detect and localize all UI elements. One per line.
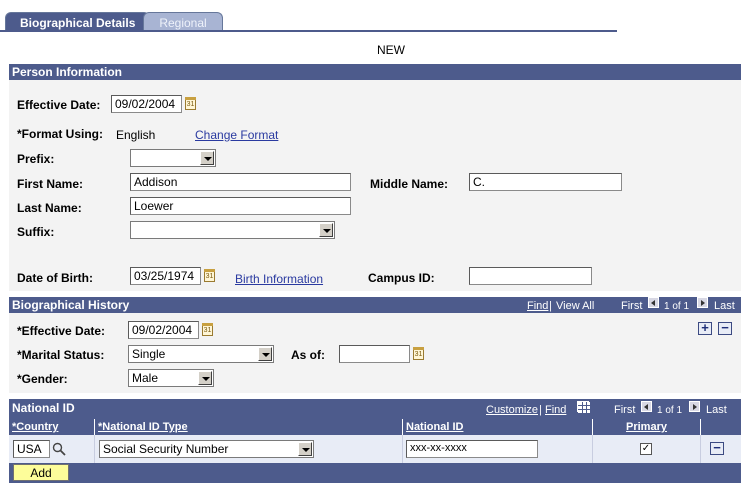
first-name-label: First Name:: [17, 177, 84, 191]
calendar-icon[interactable]: 31: [185, 97, 196, 110]
middle-name-label: Middle Name:: [370, 177, 449, 191]
previous-arrow-icon[interactable]: [641, 401, 652, 412]
format-using-label: *Format Using:: [17, 127, 104, 141]
bio-find-link[interactable]: Find: [527, 300, 548, 312]
customize-link[interactable]: Customize: [486, 404, 538, 416]
grid-download-icon[interactable]: [577, 401, 590, 413]
effective-date-input[interactable]: 09/02/2004: [111, 95, 182, 113]
effective-date-label: Effective Date:: [17, 98, 101, 112]
format-using-value: English: [116, 128, 156, 142]
prefix-label: Prefix:: [17, 152, 55, 166]
national-id-title: National ID: [12, 401, 75, 415]
previous-arrow-icon[interactable]: [648, 297, 659, 308]
status-text: NEW: [377, 43, 405, 57]
chevron-down-icon: [319, 223, 333, 237]
gender-value: Male: [132, 371, 159, 385]
nid-range: 1 of 1: [657, 405, 683, 416]
next-arrow-icon[interactable]: [689, 401, 700, 412]
column-header-national-id-type[interactable]: *National ID Type: [95, 419, 403, 435]
bio-effective-date-input[interactable]: 09/02/2004: [128, 321, 199, 339]
add-row-button[interactable]: +: [698, 321, 712, 335]
nid-find-link[interactable]: Find: [545, 404, 566, 416]
first-name-input[interactable]: Addison: [130, 173, 351, 191]
primary-checkbox[interactable]: ✓: [640, 443, 652, 455]
bio-range: 1 of 1: [664, 301, 690, 312]
change-format-link[interactable]: Change Format: [195, 128, 278, 142]
bio-effective-date-label: *Effective Date:: [17, 324, 106, 338]
nid-first[interactable]: First: [614, 404, 635, 416]
bio-history-title: Biographical History: [12, 298, 130, 312]
suffix-select[interactable]: [130, 221, 335, 239]
tab-underline: [0, 30, 617, 32]
chevron-down-icon: [258, 347, 272, 361]
tab-biographical-details[interactable]: Biographical Details: [5, 12, 151, 31]
column-header-country[interactable]: *Country: [9, 419, 95, 435]
gender-select[interactable]: Male: [128, 369, 214, 387]
bio-first[interactable]: First: [621, 300, 642, 312]
marital-status-select[interactable]: Single: [128, 345, 274, 363]
add-button[interactable]: Add: [13, 464, 69, 481]
middle-name-input[interactable]: C.: [469, 173, 622, 191]
birth-information-link[interactable]: Birth Information: [235, 272, 323, 286]
dob-input[interactable]: 03/25/1974: [130, 267, 201, 285]
marital-status-label: *Marital Status:: [17, 348, 105, 362]
column-header-primary[interactable]: Primary: [593, 419, 701, 435]
national-id-input[interactable]: xxx-xx-xxxx: [406, 440, 538, 458]
as-of-label: As of:: [291, 348, 325, 362]
campus-id-input[interactable]: [469, 267, 592, 285]
suffix-label: Suffix:: [17, 225, 55, 239]
nid-separator: |: [539, 404, 542, 416]
national-id-type-select[interactable]: Social Security Number: [99, 440, 314, 458]
nid-last[interactable]: Last: [706, 404, 727, 416]
chevron-down-icon: [298, 442, 312, 456]
as-of-input[interactable]: [339, 345, 410, 363]
last-name-input[interactable]: Loewer: [130, 197, 351, 215]
chevron-down-icon: [200, 151, 214, 165]
next-arrow-icon[interactable]: [697, 297, 708, 308]
bio-last[interactable]: Last: [714, 300, 735, 312]
campus-id-label: Campus ID:: [368, 271, 435, 285]
calendar-icon[interactable]: 31: [202, 323, 213, 336]
country-input[interactable]: USA: [13, 440, 50, 458]
bio-separator: |: [549, 300, 552, 312]
calendar-icon[interactable]: 31: [413, 347, 424, 360]
chevron-down-icon: [198, 371, 212, 385]
gender-label: *Gender:: [17, 372, 68, 386]
search-icon[interactable]: [52, 442, 66, 459]
column-header-national-id[interactable]: National ID: [403, 419, 593, 435]
grid-footer: [9, 463, 741, 483]
prefix-select[interactable]: [130, 149, 216, 167]
delete-row-button[interactable]: −: [710, 441, 724, 455]
last-name-label: Last Name:: [17, 201, 82, 215]
section-header-person-info: Person Information: [9, 64, 741, 80]
tab-regional[interactable]: Regional: [143, 12, 223, 31]
national-id-type-value: Social Security Number: [103, 442, 229, 456]
delete-row-button[interactable]: −: [718, 321, 732, 335]
marital-status-value: Single: [132, 347, 166, 361]
dob-label: Date of Birth:: [17, 271, 93, 285]
bio-view-all[interactable]: View All: [556, 300, 594, 312]
calendar-icon[interactable]: 31: [204, 269, 215, 282]
column-header-actions: [701, 419, 741, 435]
